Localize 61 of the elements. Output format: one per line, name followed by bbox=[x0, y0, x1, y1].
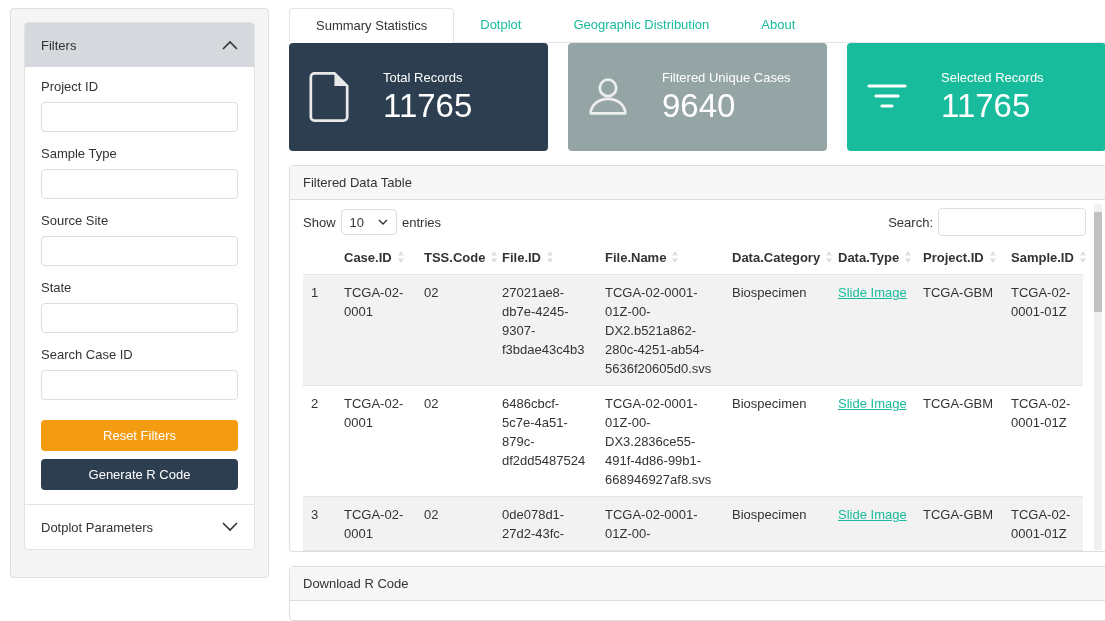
column-header[interactable]: Project.ID bbox=[915, 240, 1003, 275]
box-value: 9640 bbox=[662, 86, 737, 125]
table-cell: TCGA-GBM bbox=[915, 385, 1003, 497]
field-label: State bbox=[41, 280, 73, 295]
header-label: TSS.Code bbox=[424, 249, 486, 265]
box-value: 11765 bbox=[941, 86, 1032, 125]
card-title: Download R Code bbox=[303, 576, 409, 591]
header-label: File.Name bbox=[605, 249, 667, 265]
table-cell: Biospecimen bbox=[724, 496, 830, 551]
table-cell: Biospecimen bbox=[724, 385, 830, 497]
table-cell: TCGA-02-0001 bbox=[336, 385, 416, 497]
table-cell: TCGA-02-0001-01Z bbox=[1003, 496, 1083, 551]
table-cell: 0de078d1-27d2-43fc- bbox=[494, 496, 597, 551]
column-header[interactable]: Case.ID bbox=[336, 240, 416, 275]
card-title: Filtered Data Table bbox=[303, 175, 412, 190]
table-cell: TCGA-02-0001-01Z-00-DX2.b521a862-280c-4251-ab54-5636f20605d0.svs bbox=[597, 274, 724, 386]
field-label: Search Case ID bbox=[41, 347, 134, 362]
table-cell: 02 bbox=[416, 274, 494, 386]
column-header[interactable]: TSS.Code bbox=[416, 240, 494, 275]
column-header[interactable]: File.ID bbox=[494, 240, 597, 275]
table-cell: TCGA-02-0001 bbox=[336, 496, 416, 551]
table-cell: 02 bbox=[416, 496, 494, 551]
header-label: File.ID bbox=[502, 249, 541, 265]
row-number: 3 bbox=[303, 496, 336, 551]
field-label: Project ID bbox=[41, 79, 100, 94]
table-cell: TCGA-02-0001-01Z-00- bbox=[597, 496, 724, 551]
accordion-header[interactable]: Filters bbox=[25, 23, 254, 67]
box-label: Filtered Unique Cases bbox=[662, 69, 791, 85]
column-header[interactable]: File.Name bbox=[597, 240, 724, 275]
table-cell: TCGA-02-0001-01Z bbox=[1003, 385, 1083, 497]
table-cell: 6486cbcf-5c7e-4a51-879c-df2dd5487524 bbox=[494, 385, 597, 497]
table-cell: 27021ae8-db7e-4245-9307-f3bdae43c4b3 bbox=[494, 274, 597, 386]
table-cell: TCGA-GBM bbox=[915, 496, 1003, 551]
header-label: Sample.ID bbox=[1011, 249, 1074, 265]
field-label: Sample Type bbox=[41, 146, 118, 161]
box-value: 11765 bbox=[383, 86, 473, 125]
header-label: Project.ID bbox=[923, 249, 984, 265]
box-label: Total Records bbox=[383, 69, 464, 85]
show-label: Show bbox=[303, 214, 336, 230]
field-label: Source Site bbox=[41, 213, 110, 228]
table-cell: TCGA-02-0001 bbox=[336, 274, 416, 386]
table-cell: TCGA-02-0001-01Z-00-DX3.2836ce55-491f-4d86-99b1-668946927af8.svs bbox=[597, 385, 724, 497]
accordion-header[interactable]: Dotplot Parameters bbox=[25, 504, 254, 549]
tab[interactable]: Summary Statistics bbox=[289, 8, 455, 43]
header-label: Case.ID bbox=[344, 249, 392, 265]
column-header[interactable]: Data.Type bbox=[830, 240, 915, 275]
table-cell: TCGA-GBM bbox=[915, 274, 1003, 386]
table-cell: Biospecimen bbox=[724, 274, 830, 386]
header-label: Data.Type bbox=[838, 249, 900, 265]
row-number: 2 bbox=[303, 385, 336, 497]
row-number: 1 bbox=[303, 274, 336, 386]
table-cell: TCGA-02-0001-01Z bbox=[1003, 274, 1083, 386]
entries-label: entries bbox=[402, 214, 442, 230]
search-label: Search: bbox=[888, 214, 933, 230]
header-label: Data.Category bbox=[732, 249, 821, 265]
table-cell: 02 bbox=[416, 385, 494, 497]
page-size-select[interactable]: 10 bbox=[340, 209, 397, 235]
box-label: Selected Records bbox=[941, 69, 1044, 85]
generate-button[interactable]: Generate R Code bbox=[41, 459, 238, 490]
column-header[interactable]: Sample.ID bbox=[1003, 240, 1083, 275]
column-header[interactable]: Data.Category bbox=[724, 240, 830, 275]
